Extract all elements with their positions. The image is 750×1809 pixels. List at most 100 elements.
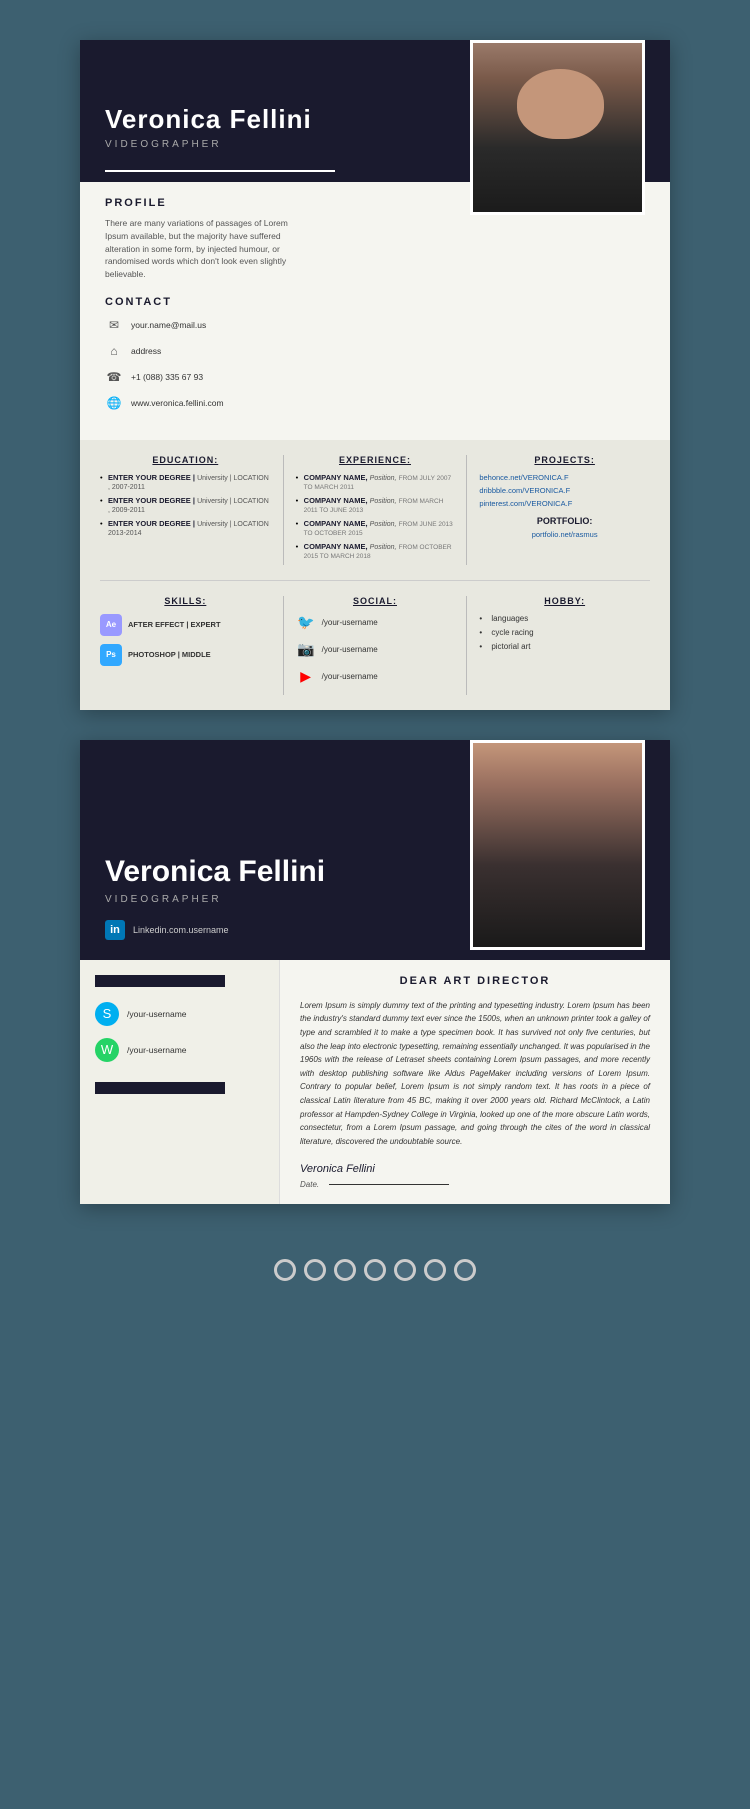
instagram-username: /your-username — [322, 645, 378, 654]
linkedin-icon: in — [105, 920, 125, 940]
ring-7 — [454, 1259, 476, 1281]
ring-1 — [274, 1259, 296, 1281]
youtube-icon: ▶ — [296, 668, 316, 685]
contact-website: 🌐 www.veronica.fellini.com — [105, 394, 305, 412]
exp-item-4: COMPANY NAME, Position, FROM OCTOBER 201… — [296, 542, 455, 560]
hobby-2: cycle racing — [479, 628, 650, 637]
card2-skype: S /your-username — [95, 1002, 264, 1026]
exp-pos-1: Position, — [370, 475, 397, 482]
notebook-rings — [80, 1244, 670, 1286]
card2-whatsapp: W /your-username — [95, 1038, 264, 1062]
contact-email: ✉ your.name@mail.us — [105, 316, 305, 334]
card1-photo — [473, 43, 645, 215]
edu-degree-2: ENTER YOUR DEGREE | — [108, 496, 195, 505]
twitter-icon: 🐦 — [296, 614, 316, 631]
black-bar-bottom — [95, 1082, 225, 1094]
exp-pos-4: Position, — [370, 544, 397, 551]
signature-underline — [329, 1184, 449, 1185]
card2-left-col: S /your-username W /your-username — [80, 960, 280, 1205]
card2-header: Veronica Fellini VIDEOGRAPHER in Linkedi… — [80, 740, 670, 960]
card2-photo-silhouette — [473, 743, 642, 947]
social-col: SOCIAL: 🐦 /your-username 📷 /your-usernam… — [284, 596, 467, 695]
social-instagram: 📷 /your-username — [296, 641, 455, 658]
experience-list: COMPANY NAME, Position, FROM JULY 2007 T… — [296, 473, 455, 560]
ring-5 — [394, 1259, 416, 1281]
exp-company-1: COMPANY NAME, — [304, 473, 368, 482]
whatsapp-username: /your-username — [127, 1045, 187, 1055]
social-title: SOCIAL: — [296, 596, 455, 606]
skype-username: /your-username — [127, 1009, 187, 1019]
ae-badge: Ae — [100, 614, 122, 636]
projects-col: PROJECTS: behonce.net/VERONICA.F dribbbl… — [467, 455, 650, 565]
ring-6 — [424, 1259, 446, 1281]
email-value: your.name@mail.us — [131, 320, 206, 330]
photo-silhouette — [473, 43, 645, 215]
skills-title: SKILLS: — [100, 596, 271, 606]
contact-title: CONTACT — [105, 296, 305, 308]
ps-badge: Ps — [100, 644, 122, 666]
exp-company-3: COMPANY NAME, — [304, 519, 368, 528]
exp-company-2: COMPANY NAME, — [304, 496, 368, 505]
edu-item-1: ENTER YOUR DEGREE | University | LOCATIO… — [100, 473, 271, 491]
twitter-username: /your-username — [322, 618, 378, 627]
black-bar-top — [95, 975, 225, 987]
profile-title: PROFILE — [105, 197, 305, 209]
exp-item-2: COMPANY NAME, Position, FROM MARCH 2011 … — [296, 496, 455, 514]
contact-address: ⌂ address — [105, 342, 305, 360]
skype-icon: S — [95, 1002, 119, 1026]
proj-link-3[interactable]: pinterest.com/VERONICA.F — [479, 499, 650, 508]
card2-right-col: DEAR ART DIRECTOR Lorem Ipsum is simply … — [280, 960, 670, 1205]
skill-ae: Ae AFTER EFFECT | EXPERT — [100, 614, 271, 636]
letter-text: Lorem Ipsum is simply dummy text of the … — [300, 999, 650, 1149]
skill-ps: Ps PHOTOSHOP | MIDDLE — [100, 644, 271, 666]
signature-name: Veronica Fellini — [300, 1163, 650, 1175]
education-col: EDUCATION: ENTER YOUR DEGREE | Universit… — [100, 455, 283, 565]
ring-4 — [364, 1259, 386, 1281]
ps-label: PHOTOSHOP | MIDDLE — [128, 650, 211, 659]
exp-item-1: COMPANY NAME, Position, FROM JULY 2007 T… — [296, 473, 455, 491]
profile-text: There are many variations of passages of… — [105, 217, 305, 281]
address-icon: ⌂ — [105, 342, 123, 360]
website-icon: 🌐 — [105, 394, 123, 412]
phone-icon: ☎ — [105, 368, 123, 386]
card2-photo-container — [470, 740, 645, 950]
portfolio-link[interactable]: portfolio.net/rasmus — [479, 530, 650, 539]
proj-link-1[interactable]: behonce.net/VERONICA.F — [479, 473, 650, 482]
card1-bottom: EDUCATION: ENTER YOUR DEGREE | Universit… — [80, 440, 670, 710]
projects-title: PROJECTS: — [479, 455, 650, 465]
skills-col: SKILLS: Ae AFTER EFFECT | EXPERT Ps PHOT… — [100, 596, 283, 695]
education-list: ENTER YOUR DEGREE | University | LOCATIO… — [100, 473, 271, 537]
exp-pos-3: Position, — [370, 521, 397, 528]
edu-degree-1: ENTER YOUR DEGREE | — [108, 473, 195, 482]
card1-photo-container — [470, 40, 645, 215]
social-twitter: 🐦 /your-username — [296, 614, 455, 631]
website-value: www.veronica.fellini.com — [131, 398, 224, 408]
card1-grid-top: EDUCATION: ENTER YOUR DEGREE | Universit… — [100, 455, 650, 581]
divider-line — [105, 170, 335, 172]
phone-value: +1 (088) 335 67 93 — [131, 372, 203, 382]
dear-title: DEAR ART DIRECTOR — [300, 975, 650, 987]
exp-company-4: COMPANY NAME, — [304, 542, 368, 551]
ring-3 — [334, 1259, 356, 1281]
proj-link-2[interactable]: dribbble.com/VERONICA.F — [479, 486, 650, 495]
edu-degree-3: ENTER YOUR DEGREE | — [108, 519, 195, 528]
ring-2 — [304, 1259, 326, 1281]
youtube-username: /your-username — [322, 672, 378, 681]
signature-date: Date. — [300, 1180, 650, 1189]
address-value: address — [131, 346, 161, 356]
card2-body: S /your-username W /your-username DEAR A… — [80, 960, 670, 1205]
card1-header: Veronica Fellini VIDEOGRAPHER — [80, 40, 670, 170]
resume-card-2: Veronica Fellini VIDEOGRAPHER in Linkedi… — [80, 740, 670, 1205]
experience-title: EXPERIENCE: — [296, 455, 455, 465]
linkedin-url: Linkedin.com.username — [133, 925, 229, 935]
card1-grid-bottom: SKILLS: Ae AFTER EFFECT | EXPERT Ps PHOT… — [100, 596, 650, 695]
resume-card-1: Veronica Fellini VIDEOGRAPHER PROFILE Th… — [80, 40, 670, 710]
ae-label: AFTER EFFECT | EXPERT — [128, 620, 221, 629]
whatsapp-icon: W — [95, 1038, 119, 1062]
experience-col: EXPERIENCE: COMPANY NAME, Position, FROM… — [284, 455, 467, 565]
edu-item-3: ENTER YOUR DEGREE | University | LOCATIO… — [100, 519, 271, 537]
hobby-col: HOBBY: languages cycle racing pictorial … — [467, 596, 650, 695]
email-icon: ✉ — [105, 316, 123, 334]
portfolio-title: PORTFOLIO: — [479, 516, 650, 526]
instagram-icon: 📷 — [296, 641, 316, 658]
